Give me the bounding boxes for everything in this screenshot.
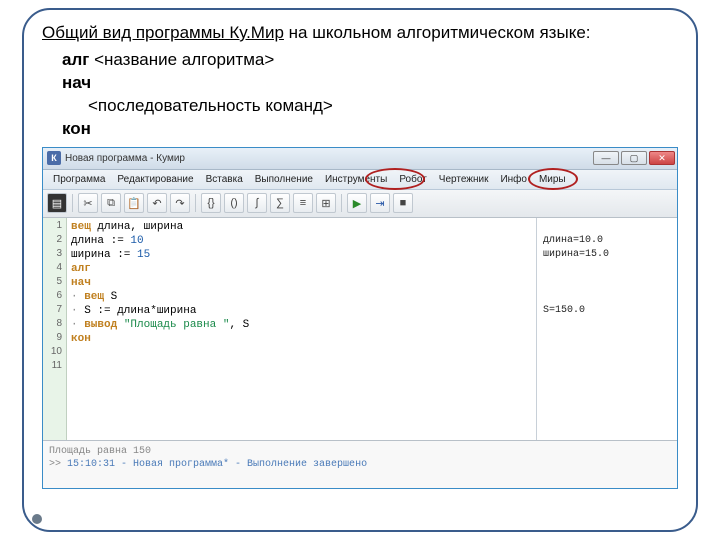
paste-button[interactable]: 📋 [124,193,144,213]
titlebar: К Новая программа - Кумир — ▢ ✕ [43,148,677,170]
int-button[interactable]: ∫ [247,193,267,213]
redo-button[interactable]: ↷ [170,193,190,213]
heading-underlined: Общий вид программы Ку.Мир [42,23,284,42]
menubar: Программа Редактирование Вставка Выполне… [43,170,677,190]
run-button[interactable]: ▶ [347,193,367,213]
maximize-button[interactable]: ▢ [621,151,647,165]
close-button[interactable]: ✕ [649,151,675,165]
line-gutter: 1234567891011 [43,218,67,440]
eq-button[interactable]: ≡ [293,193,313,213]
copy-button[interactable]: ⧉ [101,193,121,213]
console-line: >> 15:10:31 - Новая программа* - Выполне… [49,458,671,471]
menu-tools[interactable]: Инструменты [319,174,393,185]
menu-draw[interactable]: Чертежник [433,174,495,185]
menu-program[interactable]: Программа [47,174,111,185]
undo-button[interactable]: ↶ [147,193,167,213]
menu-info[interactable]: Инфо [494,174,533,185]
minimize-button[interactable]: — [593,151,619,165]
menu-worlds[interactable]: Миры [533,174,572,185]
menu-insert[interactable]: Вставка [200,174,249,185]
cut-button[interactable]: ✂ [78,193,98,213]
variables-pane: длина=10.0 ширина=15.0 S=150.0 [537,218,677,440]
brace-button[interactable]: {} [201,193,221,213]
editor-area: 1234567891011 вещ длина, ширина длина :=… [43,218,677,440]
step-button[interactable]: ⇥ [370,193,390,213]
grid-button[interactable]: ⊞ [316,193,336,213]
toolbar: ▤ ✂ ⧉ 📋 ↶ ↷ {} () ∫ ∑ ≡ ⊞ ▶ ⇥ ■ [43,190,677,218]
menu-run[interactable]: Выполнение [249,174,319,185]
console-line: Площадь равна 150 [49,445,671,458]
slide-corner-dot [32,514,42,524]
save-button[interactable]: ▤ [47,193,67,213]
menu-robot[interactable]: Робот [393,174,432,185]
var-row: ширина=15.0 [543,248,671,262]
slide-heading: Общий вид программы Ку.Мир на школьном а… [42,22,678,45]
algorithm-template: алг <название алгоритма> нач <последоват… [62,49,678,141]
output-console: Площадь равна 150 >> 15:10:31 - Новая пр… [43,440,677,488]
sum-button[interactable]: ∑ [270,193,290,213]
separator [72,194,73,212]
kumir-window: К Новая программа - Кумир — ▢ ✕ Программ… [42,147,678,489]
separator [195,194,196,212]
var-row: длина=10.0 [543,234,671,248]
code-editor[interactable]: вещ длина, ширина длина := 10 ширина := … [67,218,537,440]
stop-button[interactable]: ■ [393,193,413,213]
heading-rest: на школьном алгоритмическом языке: [284,23,591,42]
menu-edit[interactable]: Редактирование [111,174,199,185]
paren-button[interactable]: () [224,193,244,213]
separator [341,194,342,212]
app-icon: К [47,151,61,165]
var-row: S=150.0 [543,304,671,318]
window-title: Новая программа - Кумир [65,153,593,164]
